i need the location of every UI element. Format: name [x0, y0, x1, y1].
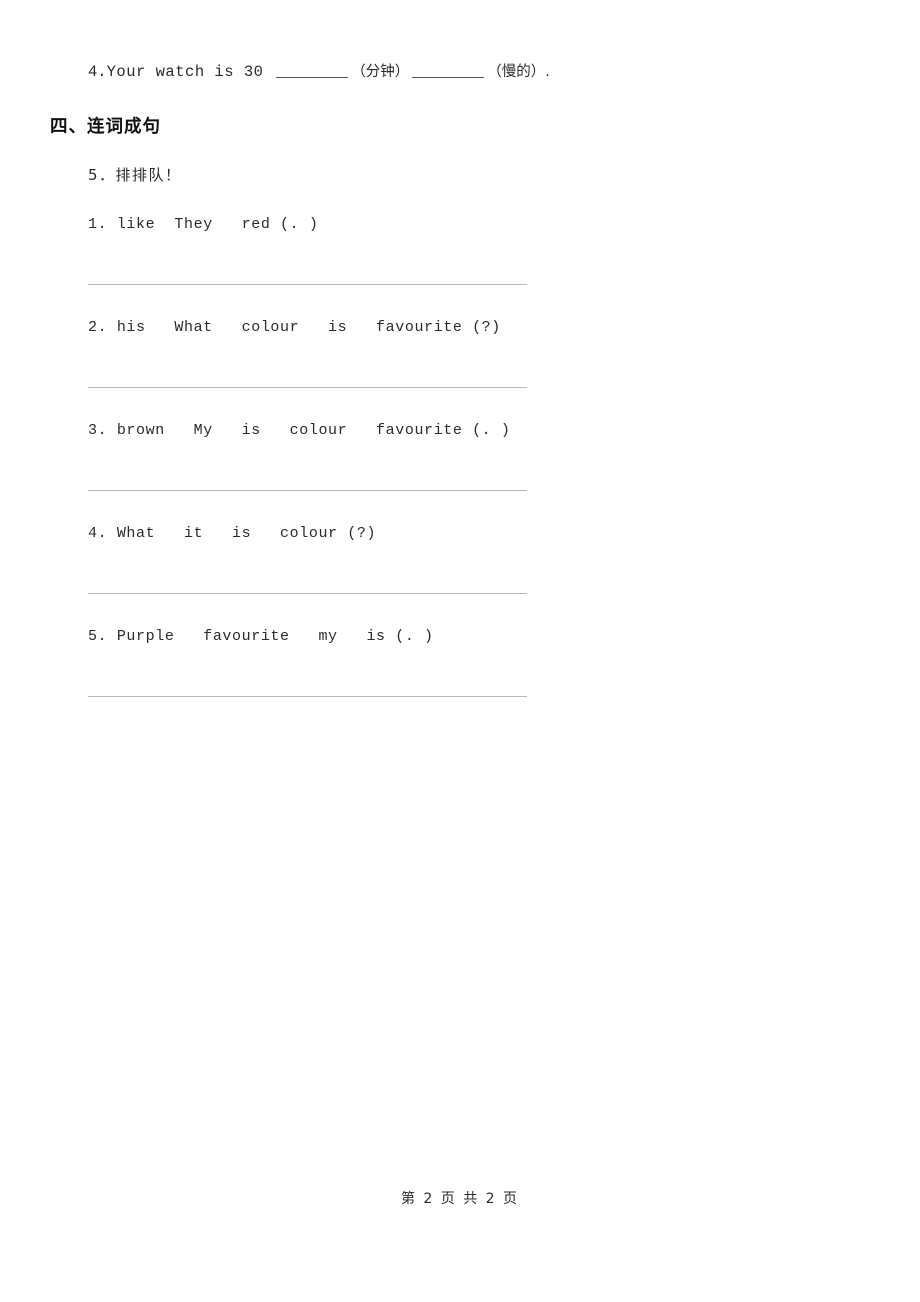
question-list: 1. like They red (. ) 2. his What colour… — [0, 206, 920, 721]
blank-2-hint: （慢的） — [487, 64, 546, 80]
answer-rule[interactable] — [88, 284, 527, 285]
carryover-question-stem: Your watch is 30 — [106, 63, 264, 81]
question-text: 2. his What colour is favourite (?) — [88, 319, 501, 336]
question-text: 3. brown My is colour favourite (. ) — [88, 422, 510, 439]
answer-rule[interactable] — [88, 696, 527, 697]
carryover-question: 4.Your watch is 30 （分钟） （慢的）. — [88, 60, 550, 81]
fill-in-blank-1[interactable] — [276, 62, 349, 78]
question-item: 4. What it is colour (?) — [0, 515, 920, 618]
question-number: 3. — [88, 422, 108, 439]
carryover-question-period: . — [545, 64, 550, 80]
worksheet-page: 4.Your watch is 30 （分钟） （慢的）. 四、连词成句 5．排排… — [0, 0, 920, 1302]
page-footer: 第 2 页 共 2 页 — [0, 1188, 920, 1208]
question-text: 5. Purple favourite my is (. ) — [88, 628, 434, 645]
answer-rule[interactable] — [88, 593, 527, 594]
question-item: 1. like They red (. ) — [0, 206, 920, 309]
question-number: 4. — [88, 525, 108, 542]
question-words: like They red (. ) — [116, 216, 319, 233]
question-item: 2. his What colour is favourite (?) — [0, 309, 920, 412]
carryover-question-number: 4. — [88, 63, 107, 81]
answer-rule[interactable] — [88, 490, 527, 491]
question-words: Purple favourite my is (. ) — [116, 628, 434, 645]
section-heading: 四、连词成句 — [50, 117, 161, 137]
question-words: his What colour is favourite (?) — [116, 319, 501, 336]
answer-rule[interactable] — [88, 387, 527, 388]
question-text: 1. like They red (. ) — [88, 216, 318, 233]
fill-in-blank-2[interactable] — [412, 62, 485, 78]
question-text: 4. What it is colour (?) — [88, 525, 376, 542]
question-words: What it is colour (?) — [116, 525, 377, 542]
question-item: 5. Purple favourite my is (. ) — [0, 618, 920, 721]
question-number: 1. — [88, 216, 108, 233]
page-number-text: 第 2 页 共 2 页 — [400, 1191, 520, 1207]
question-number: 5. — [88, 628, 108, 645]
question-number: 2. — [88, 319, 108, 336]
question-item: 3. brown My is colour favourite (. ) — [0, 412, 920, 515]
exercise-prompt: 5．排排队！ — [88, 166, 182, 184]
question-words: brown My is colour favourite (. ) — [116, 422, 511, 439]
blank-1-hint: （分钟） — [351, 64, 410, 80]
